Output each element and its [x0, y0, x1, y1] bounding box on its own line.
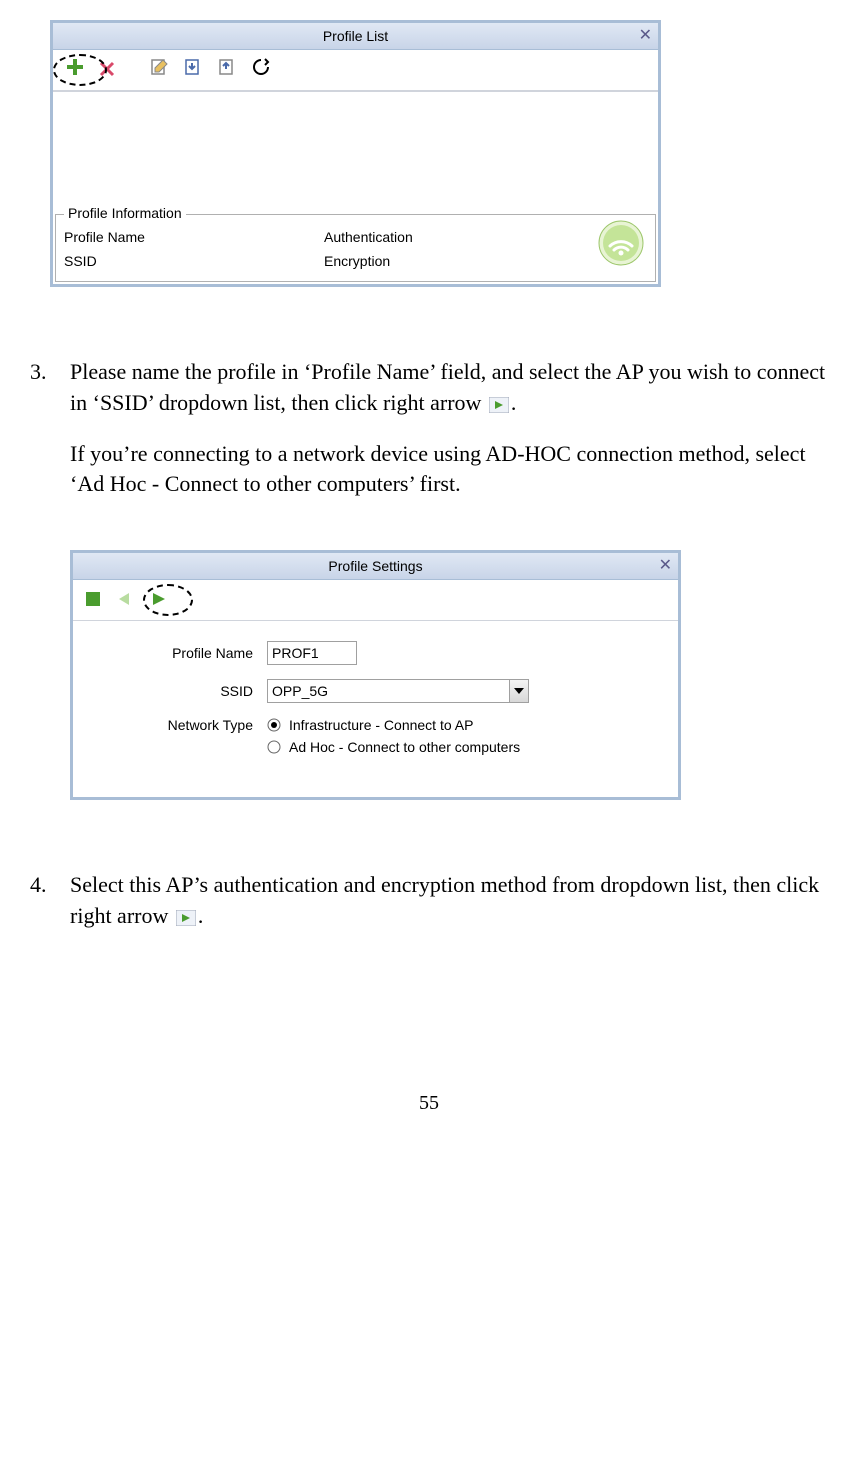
form-area: Profile Name SSID OPP_5G Network Type In… — [73, 621, 678, 797]
export-icon[interactable] — [217, 57, 237, 83]
close-icon[interactable]: ✕ — [659, 555, 672, 575]
toolbar — [73, 580, 678, 621]
step3-text-2: If you’re connecting to a network device… — [70, 439, 828, 501]
step-3: 3. Please name the profile in ‘Profile N… — [30, 357, 828, 500]
wifi-status-icon — [598, 220, 644, 272]
step-number: 4. — [30, 870, 70, 932]
step3-text-1b: . — [511, 390, 517, 415]
radio-label: Ad Hoc - Connect to other computers — [289, 739, 520, 755]
titlebar: Profile Settings ✕ — [73, 553, 678, 580]
profile-settings-window: Profile Settings ✕ Profile Name SSID OPP… — [70, 550, 681, 800]
toolbar — [53, 50, 658, 91]
label-ssid: SSID — [64, 249, 324, 273]
edit-icon[interactable] — [149, 57, 169, 83]
highlight-circle — [53, 54, 107, 86]
window-title: Profile List — [323, 28, 388, 44]
profile-info-fieldset: Profile Information Profile Name Authent… — [55, 214, 656, 282]
profile-list-window: Profile List ✕ Profile Information Profi… — [50, 20, 661, 287]
label-profile-name: Profile Name — [64, 225, 324, 249]
label-network-type: Network Type — [93, 717, 267, 733]
close-icon[interactable]: ✕ — [639, 25, 652, 45]
ssid-dropdown[interactable]: OPP_5G — [267, 679, 529, 703]
step-number: 3. — [30, 357, 70, 500]
back-arrow-icon[interactable] — [115, 587, 135, 613]
refresh-icon[interactable] — [251, 57, 271, 83]
page-number: 55 — [30, 1092, 828, 1115]
label-encryption: Encryption — [324, 249, 390, 273]
radio-infrastructure[interactable]: Infrastructure - Connect to AP — [267, 717, 473, 733]
radio-adhoc[interactable]: Ad Hoc - Connect to other computers — [267, 739, 520, 755]
step-4: 4. Select this AP’s authentication and e… — [30, 870, 828, 932]
step3-text-1: Please name the profile in ‘Profile Name… — [70, 359, 825, 415]
ssid-value: OPP_5G — [268, 683, 509, 699]
right-arrow-icon — [489, 397, 509, 413]
right-arrow-icon — [176, 910, 196, 926]
titlebar: Profile List ✕ — [53, 23, 658, 50]
highlight-circle — [143, 584, 193, 616]
chevron-down-icon[interactable] — [509, 680, 528, 702]
radio-label: Infrastructure - Connect to AP — [289, 717, 473, 733]
step4-text-1b: . — [198, 903, 204, 928]
fieldset-legend: Profile Information — [64, 205, 186, 221]
import-icon[interactable] — [183, 57, 203, 83]
label-ssid: SSID — [93, 683, 267, 699]
profile-list-area — [53, 91, 658, 212]
label-authentication: Authentication — [324, 225, 413, 249]
window-title: Profile Settings — [328, 558, 422, 574]
profile-name-input[interactable] — [267, 641, 357, 665]
label-profile-name: Profile Name — [93, 645, 267, 661]
stop-icon[interactable] — [85, 587, 101, 613]
